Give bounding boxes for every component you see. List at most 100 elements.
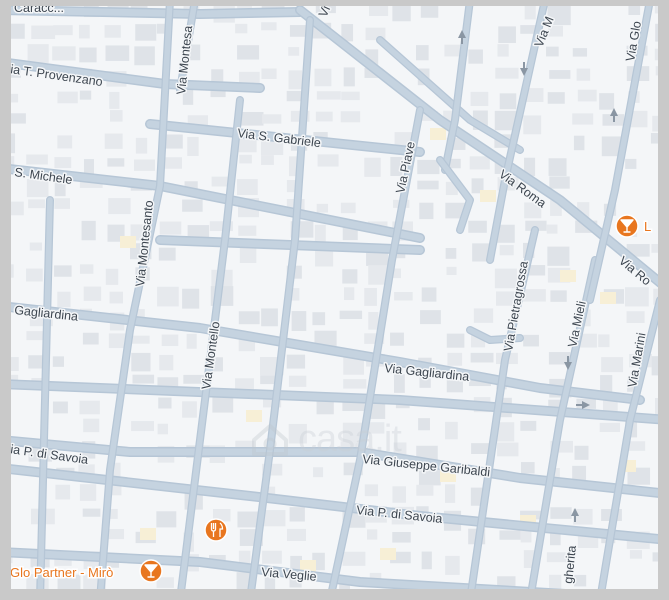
- building-block: [368, 422, 385, 434]
- building-block: [238, 311, 260, 325]
- building-block: [239, 154, 252, 164]
- building-block: [368, 311, 379, 330]
- building-block: [55, 484, 71, 500]
- building-block: [186, 333, 197, 349]
- building-block: [547, 246, 570, 266]
- building-block: [364, 484, 379, 497]
- building-block: [26, 268, 43, 282]
- building-block: [549, 176, 570, 189]
- map-view[interactable]: Caracc... Via T. Provenzano Via Montesa …: [0, 0, 669, 600]
- building-block: [546, 46, 559, 57]
- building-block: [157, 286, 179, 307]
- building-block: [548, 158, 567, 176]
- poi-restaurant[interactable]: [204, 518, 228, 542]
- building-block: [109, 110, 123, 122]
- map-canvas[interactable]: Caracc... Via T. Provenzano Via Montesa …: [0, 0, 669, 600]
- building-block: [28, 199, 45, 209]
- building-block: [468, 220, 487, 233]
- building-block: [158, 247, 176, 261]
- building-block: [416, 484, 434, 496]
- building-block: [109, 91, 120, 109]
- highlighted-building: [246, 410, 262, 422]
- building-block: [52, 356, 65, 367]
- building-block: [392, 532, 411, 543]
- building-block: [574, 445, 589, 460]
- highlighted-building: [380, 548, 396, 560]
- building-block: [572, 113, 594, 125]
- building-block: [104, 133, 123, 149]
- building-block: [499, 245, 514, 256]
- building-block: [53, 25, 73, 36]
- building-block: [419, 202, 434, 220]
- building-block: [159, 221, 182, 235]
- building-block: [182, 288, 200, 309]
- building-block: [235, 23, 248, 34]
- building-block: [104, 25, 121, 38]
- building-block: [286, 90, 302, 102]
- building-block: [364, 287, 377, 306]
- building-block: [286, 528, 306, 542]
- building-block: [313, 467, 324, 478]
- building-block: [626, 311, 645, 324]
- building-block: [444, 484, 456, 503]
- building-block: [135, 24, 157, 41]
- building-block: [182, 401, 197, 418]
- building-block: [29, 242, 43, 251]
- building-block: [157, 423, 169, 435]
- building-block: [182, 199, 203, 212]
- building-block: [131, 335, 150, 344]
- building-block: [83, 418, 100, 433]
- poi-label-glo-partner: Glo Partner - Mirò: [10, 565, 113, 580]
- poi-bar-right[interactable]: L: [615, 214, 653, 238]
- building-block: [577, 89, 597, 102]
- building-block: [52, 46, 76, 61]
- building-block: [261, 22, 277, 31]
- building-block: [107, 158, 125, 167]
- building-block: [445, 555, 460, 575]
- building-block: [289, 507, 305, 522]
- building-block: [470, 91, 489, 107]
- building-block: [263, 510, 286, 527]
- building-block: [79, 264, 94, 274]
- building-block: [573, 135, 585, 151]
- highlighted-building: [430, 128, 446, 140]
- building-block: [316, 203, 329, 213]
- building-block: [261, 68, 277, 80]
- building-block: [187, 136, 199, 156]
- building-block: [343, 67, 355, 87]
- building-block: [497, 44, 509, 57]
- building-block: [105, 45, 130, 61]
- building-block: [497, 442, 519, 457]
- building-block: [78, 24, 90, 39]
- building-block: [499, 530, 521, 540]
- building-block: [133, 159, 155, 171]
- building-block: [156, 511, 177, 528]
- building-block: [341, 91, 360, 101]
- building-block: [132, 374, 155, 384]
- building-block: [625, 158, 637, 169]
- building-block: [574, 574, 587, 587]
- building-block: [599, 93, 615, 110]
- building-block: [54, 157, 72, 169]
- building-block: [445, 421, 458, 440]
- building-block: [364, 157, 381, 177]
- building-block: [79, 484, 97, 501]
- highlighted-building: [120, 236, 136, 248]
- building-block: [340, 111, 361, 123]
- building-block: [598, 334, 610, 348]
- building-block: [546, 224, 558, 234]
- building-block: [317, 154, 339, 167]
- building-block: [446, 333, 465, 348]
- building-block: [447, 352, 463, 366]
- highlighted-building: [480, 190, 496, 202]
- building-block: [79, 90, 92, 100]
- building-block: [105, 268, 119, 285]
- building-block: [79, 400, 100, 415]
- building-block: [237, 511, 258, 528]
- building-block: [628, 441, 646, 451]
- building-block: [520, 462, 535, 474]
- building-block: [261, 155, 274, 165]
- building-block: [366, 529, 378, 540]
- building-block: [286, 354, 306, 369]
- building-block: [108, 198, 131, 215]
